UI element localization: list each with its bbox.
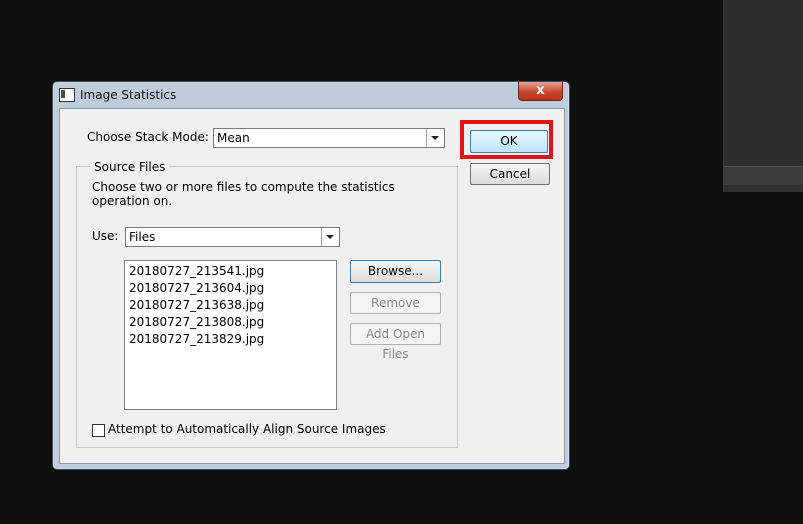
source-files-description-line1: Choose two or more files to compute the … bbox=[92, 180, 395, 194]
align-checkbox-label[interactable]: Attempt to Automatically Align Source Im… bbox=[108, 422, 386, 436]
dialog-titlebar[interactable]: Image Statistics x bbox=[53, 82, 569, 108]
list-item[interactable]: 20180727_213638.jpg bbox=[129, 297, 336, 314]
use-label: Use: bbox=[92, 229, 119, 243]
use-value: Files bbox=[129, 230, 156, 244]
list-item[interactable]: 20180727_213604.jpg bbox=[129, 280, 336, 297]
dialog-body: Choose Stack Mode: Mean OK Cancel Source… bbox=[59, 108, 565, 464]
align-checkbox[interactable] bbox=[92, 424, 105, 437]
source-files-description-line2: operation on. bbox=[92, 194, 173, 208]
close-button[interactable]: x bbox=[518, 82, 563, 101]
list-item[interactable]: 20180727_213541.jpg bbox=[129, 263, 336, 280]
dialog-title: Image Statistics bbox=[80, 88, 177, 102]
source-files-group-title: Source Files bbox=[90, 160, 170, 174]
list-item[interactable]: 20180727_213829.jpg bbox=[129, 331, 336, 348]
ok-button-highlight bbox=[460, 120, 553, 159]
browse-button[interactable]: Browse... bbox=[350, 260, 441, 283]
use-select[interactable]: Files bbox=[125, 227, 340, 247]
cancel-button-label: Cancel bbox=[489, 167, 531, 181]
browse-button-label: Browse... bbox=[367, 264, 424, 278]
remove-button-label: Remove bbox=[371, 296, 420, 310]
list-item[interactable]: 20180727_213808.jpg bbox=[129, 314, 336, 331]
add-open-files-button[interactable]: Add Open Files bbox=[350, 323, 441, 361]
chevron-down-icon[interactable] bbox=[426, 129, 444, 147]
stack-mode-label: Choose Stack Mode: bbox=[87, 130, 209, 144]
close-icon: x bbox=[536, 83, 545, 98]
stack-mode-value: Mean bbox=[217, 131, 250, 145]
background-panel bbox=[723, 0, 803, 192]
app-window-icon bbox=[59, 88, 75, 102]
source-files-list[interactable]: 20180727_213541.jpg 20180727_213604.jpg … bbox=[124, 260, 337, 410]
background-panel-strip bbox=[724, 166, 803, 185]
cancel-button[interactable]: Cancel bbox=[470, 163, 550, 185]
chevron-down-icon[interactable] bbox=[321, 228, 339, 246]
remove-button[interactable]: Remove bbox=[350, 292, 441, 314]
stack-mode-select[interactable]: Mean bbox=[213, 128, 445, 148]
